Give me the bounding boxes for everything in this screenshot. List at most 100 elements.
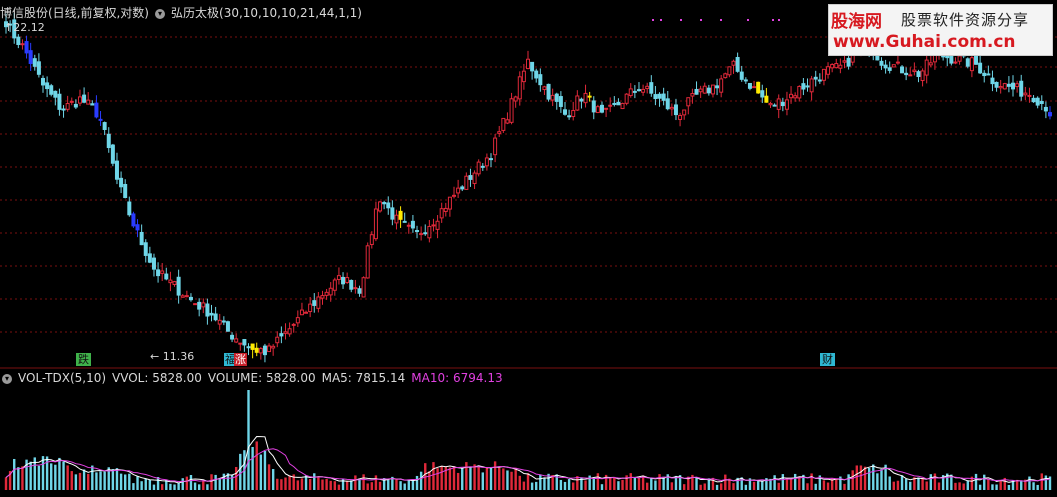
stock-chart[interactable] — [0, 0, 1057, 493]
volume-bar — [1028, 476, 1031, 490]
candle-body — [217, 319, 222, 325]
volume-bar — [650, 477, 653, 490]
candle-body — [969, 57, 974, 72]
candle-body — [188, 296, 193, 301]
volume-bar — [863, 466, 867, 490]
candle-body — [193, 303, 198, 306]
candle-body — [291, 323, 296, 326]
candle-body — [45, 82, 50, 90]
candle-body — [386, 202, 391, 209]
candle-body — [287, 328, 292, 335]
volume-bar — [633, 477, 637, 490]
candle-body — [275, 336, 280, 344]
candle-body — [402, 220, 407, 223]
volume-bar — [387, 479, 390, 490]
volume-bar — [350, 480, 353, 490]
volume-bar — [1036, 484, 1039, 490]
candle-body — [678, 114, 683, 120]
candle-body — [456, 187, 461, 194]
volume-bar — [835, 478, 838, 490]
candle-body — [591, 100, 596, 113]
candle-body — [160, 270, 165, 274]
volume-bar — [123, 474, 127, 490]
volume-bar — [991, 484, 994, 490]
volume-bar — [82, 469, 86, 490]
volume-bar — [189, 474, 193, 490]
candle-body — [526, 58, 530, 70]
candle-body — [710, 84, 715, 95]
volume-bar — [337, 484, 341, 490]
candle-body — [390, 207, 395, 220]
candle-body — [172, 281, 177, 285]
candle-body — [365, 245, 370, 279]
candle-body — [768, 102, 773, 106]
volume-bar — [826, 482, 830, 490]
volume-bar — [41, 456, 45, 490]
candle-body — [415, 230, 420, 233]
candle-body — [661, 93, 666, 101]
candle-body — [378, 201, 383, 212]
candle-body — [982, 72, 987, 77]
volume-indicator-name[interactable]: VOL-TDX(5,10) — [18, 371, 106, 385]
volume-bar — [522, 481, 526, 490]
candle-body — [908, 74, 913, 77]
candle-body — [295, 317, 300, 324]
candle-body — [49, 85, 54, 95]
candle-body — [94, 102, 99, 118]
candle-body — [197, 301, 202, 310]
candle-body — [801, 83, 806, 90]
volume-bar — [403, 483, 406, 490]
vvol-value: VVOL: 5828.00 — [112, 371, 202, 385]
volume-bar — [567, 479, 571, 490]
signal-zhang: 涨 — [234, 353, 247, 366]
signal-die: 跌 — [76, 353, 91, 366]
candle-body — [924, 59, 929, 76]
watermark-url: www.Guhai.com.cn — [833, 32, 1016, 52]
candle-body — [135, 224, 140, 231]
volume-bar — [432, 462, 435, 490]
candle-body — [558, 96, 563, 107]
volume-bar — [584, 480, 587, 490]
volume-bar — [933, 473, 937, 490]
volume-bar — [469, 467, 472, 490]
candle-body — [480, 165, 485, 168]
volume-bar — [284, 477, 287, 490]
candle-body — [406, 224, 411, 227]
volume-bar — [719, 483, 723, 490]
volume-bar — [518, 475, 521, 490]
candle-body — [1023, 92, 1028, 96]
volume-bar — [637, 477, 641, 490]
volume-bar — [276, 478, 279, 490]
volume-bar — [263, 450, 267, 490]
candle-body — [957, 55, 962, 62]
volume-bar — [909, 481, 912, 490]
candle-body — [106, 133, 111, 149]
volume-bar — [181, 478, 184, 490]
candle-body — [990, 77, 995, 85]
volume-bar — [900, 475, 904, 490]
indicator-name[interactable]: 弘历太极 — [171, 6, 219, 20]
volume-bar — [325, 479, 328, 490]
volume-bar — [160, 484, 164, 490]
candle-body — [521, 70, 526, 83]
candle-body — [834, 63, 839, 69]
settings-icon[interactable]: ▾ — [155, 8, 165, 19]
candle-body — [916, 71, 921, 77]
volume-bar — [822, 480, 826, 490]
stock-title[interactable]: 博信股份(日线,前复权,对数) — [0, 6, 149, 20]
candle-body — [636, 89, 641, 92]
candle-body — [225, 321, 230, 332]
candle-body — [978, 62, 983, 74]
volume-bar — [756, 481, 760, 490]
candle-body — [209, 312, 214, 316]
volume-bar — [732, 483, 735, 490]
volume-bar — [214, 474, 217, 490]
volume-settings-icon[interactable]: ▾ — [2, 373, 12, 384]
volume-bar — [374, 475, 378, 490]
candle-body — [114, 160, 119, 180]
volume-bar — [872, 464, 875, 490]
volume-bars — [4, 390, 1052, 490]
candle-body — [554, 93, 559, 102]
candle-body — [357, 288, 362, 294]
candle-body — [723, 73, 728, 79]
